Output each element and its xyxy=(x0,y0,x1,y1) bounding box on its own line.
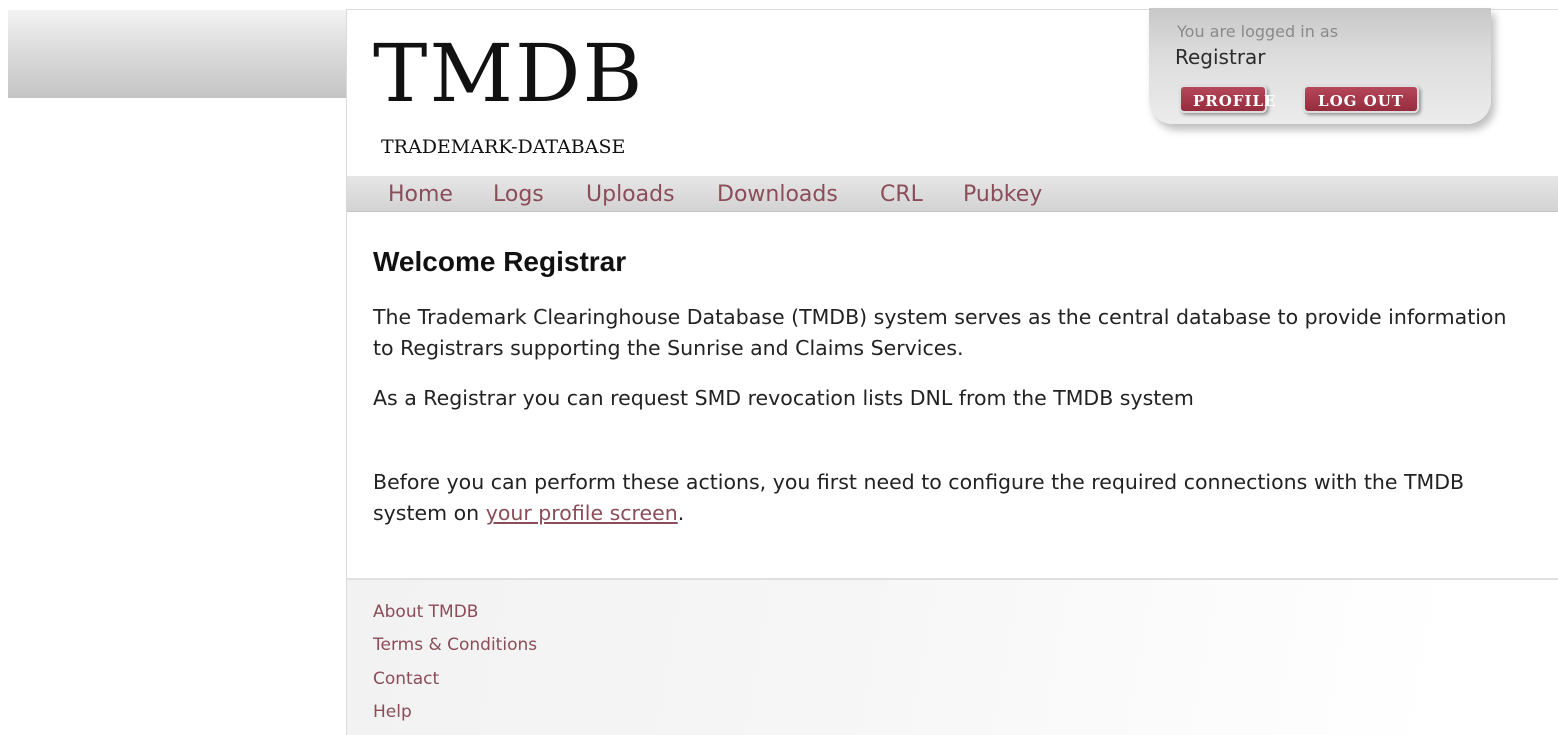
page: TMDB TRADEMARK-DATABASE You are logged i… xyxy=(0,0,1558,735)
tmdb-logo[interactable]: TMDB TRADEMARK-DATABASE xyxy=(373,26,673,158)
configure-text-end: . xyxy=(677,501,685,525)
nav-item-downloads[interactable]: Downloads xyxy=(717,176,838,214)
registrar-paragraph: As a Registrar you can request SMD revoc… xyxy=(373,386,1194,410)
left-header-band xyxy=(8,10,346,98)
logo-subtitle: TRADEMARK-DATABASE xyxy=(381,136,626,158)
configure-paragraph: Before you can perform these actions, yo… xyxy=(373,467,1513,529)
page-title: Welcome Registrar xyxy=(373,246,627,277)
intro-paragraph: The Trademark Clearinghouse Database (TM… xyxy=(373,305,1507,360)
profile-screen-link[interactable]: your profile screen xyxy=(486,501,678,525)
footer: About TMDB Terms & Conditions Contact He… xyxy=(347,578,1558,735)
logout-button[interactable]: LOG OUT xyxy=(1303,85,1419,113)
footer-link-contact[interactable]: Contact xyxy=(373,669,439,689)
footer-link-help[interactable]: Help xyxy=(373,702,412,722)
profile-button[interactable]: PROFILE xyxy=(1179,85,1275,113)
footer-link-about[interactable]: About TMDB xyxy=(373,602,478,622)
login-status-box: You are logged in as Registrar PROFILE L… xyxy=(1149,8,1491,124)
nav-item-uploads[interactable]: Uploads xyxy=(586,176,675,214)
logged-in-user: Registrar xyxy=(1175,45,1266,69)
main-panel: TMDB TRADEMARK-DATABASE You are logged i… xyxy=(346,8,1558,735)
nav-item-pubkey[interactable]: Pubkey xyxy=(963,176,1042,214)
login-caption: You are logged in as xyxy=(1177,22,1339,41)
main-nav: Home Logs Uploads Downloads CRL Pubkey xyxy=(347,176,1558,212)
footer-link-terms[interactable]: Terms & Conditions xyxy=(373,635,537,655)
nav-item-home[interactable]: Home xyxy=(388,176,453,214)
nav-item-logs[interactable]: Logs xyxy=(493,176,544,214)
nav-item-crl[interactable]: CRL xyxy=(880,176,923,214)
logo-title: TMDB xyxy=(373,27,645,120)
